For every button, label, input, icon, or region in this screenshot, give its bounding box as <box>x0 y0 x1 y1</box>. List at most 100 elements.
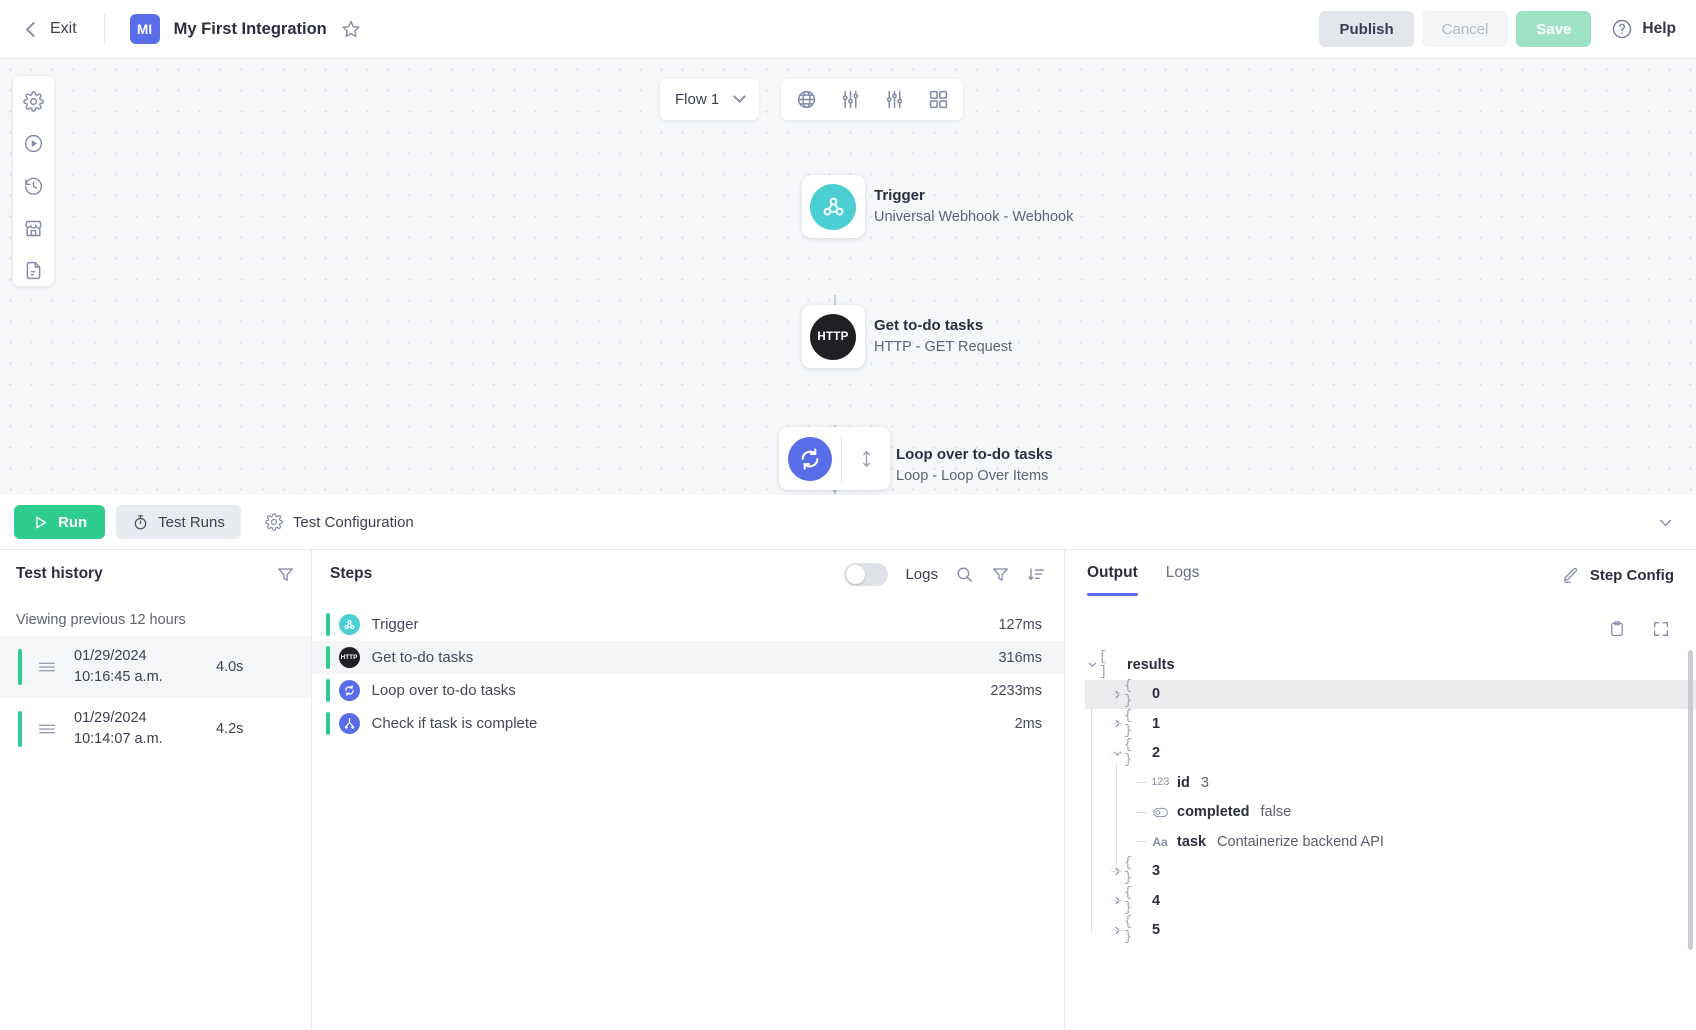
history-icon <box>23 176 44 197</box>
tree-key: 4 <box>1152 893 1160 909</box>
tree-row-2[interactable]: { } 2 <box>1085 739 1696 769</box>
flow-node-trigger-label: Trigger Universal Webhook - Webhook <box>874 187 1073 225</box>
chevron-left-icon <box>26 21 42 37</box>
publish-button[interactable]: Publish <box>1319 11 1413 47</box>
node-subtitle: Universal Webhook - Webhook <box>874 209 1073 225</box>
step-row[interactable]: HTTP Get to-do tasks 316ms <box>312 641 1064 674</box>
collapse-panel-button[interactable] <box>1657 514 1674 531</box>
tree-row-4[interactable]: { } 4 <box>1085 886 1696 916</box>
rail-item-documents[interactable] <box>18 256 50 286</box>
tree-row-results[interactable]: [ ] results <box>1085 650 1696 680</box>
run-lines-icon <box>36 656 58 678</box>
tree-row-task[interactable]: Aa task Containerize backend API <box>1085 827 1696 857</box>
tab-logs[interactable]: Logs <box>1166 564 1200 596</box>
output-json-tree[interactable]: [ ] results { } 0 { } 1 <box>1065 650 1696 1030</box>
flow-node-http[interactable]: HTTP <box>802 305 865 368</box>
flow-canvas[interactable]: Flow 1 <box>0 59 1696 495</box>
globe-icon[interactable] <box>793 87 819 113</box>
test-configuration-button[interactable]: Test Configuration <box>253 505 426 539</box>
run-label: Run <box>58 514 87 531</box>
object-type-icon: { } <box>1124 915 1146 945</box>
http-icon: HTTP <box>339 647 360 668</box>
toggle-knob <box>846 565 865 584</box>
step-row[interactable]: Trigger 127ms <box>312 608 1064 641</box>
sort-icon[interactable] <box>1027 565 1046 584</box>
status-bar <box>326 646 330 669</box>
step-config-label: Step Config <box>1590 567 1674 584</box>
tree-key: 3 <box>1152 863 1160 879</box>
step-row[interactable]: Check if task is complete 2ms <box>312 707 1064 740</box>
flow-node-http-label: Get to-do tasks HTTP - GET Request <box>874 317 1012 355</box>
tree-row-completed[interactable]: completed false <box>1085 798 1696 828</box>
status-bar <box>18 649 22 685</box>
test-configuration-label: Test Configuration <box>293 514 414 531</box>
tab-output[interactable]: Output <box>1087 564 1138 596</box>
grid-icon[interactable] <box>925 87 951 113</box>
tree-row-1[interactable]: { } 1 <box>1085 709 1696 739</box>
tree-tick <box>1111 723 1122 724</box>
node-title: Loop over to-do tasks <box>896 446 1053 463</box>
tree-tick <box>1111 694 1122 695</box>
output-panel: Output Logs Step Config <box>1065 550 1696 1030</box>
loop-expand-handle[interactable] <box>842 449 890 469</box>
step-row[interactable]: Loop over to-do tasks 2233ms <box>312 674 1064 707</box>
help-button[interactable]: Help <box>1611 18 1676 40</box>
string-type-icon: Aa <box>1149 835 1171 849</box>
test-history-row[interactable]: 01/29/2024 10:16:45 a.m. 4.0s <box>0 636 311 698</box>
flow-node-trigger[interactable] <box>802 175 865 238</box>
exit-button[interactable]: Exit <box>28 20 77 38</box>
tree-row-id[interactable]: 123 id 3 <box>1085 768 1696 798</box>
step-config-button[interactable]: Step Config <box>1561 566 1674 585</box>
tree-row-5[interactable]: { } 5 <box>1085 916 1696 946</box>
filter-icon[interactable] <box>991 565 1010 584</box>
steps-title: Steps <box>330 565 372 583</box>
tree-tick <box>1111 930 1122 931</box>
test-runs-button[interactable]: Test Runs <box>116 505 241 539</box>
test-history-panel: Test history Viewing previous 12 hours 0… <box>0 550 312 1030</box>
tree-value: 3 <box>1201 775 1209 791</box>
tree-row-0[interactable]: { } 0 <box>1085 680 1696 710</box>
logs-toggle[interactable] <box>844 563 888 586</box>
webhook-icon <box>810 184 856 230</box>
node-subtitle: HTTP - GET Request <box>874 339 1012 355</box>
stopwatch-icon <box>132 514 149 531</box>
http-icon: HTTP <box>810 314 856 360</box>
status-bar <box>326 613 330 636</box>
run-lines-icon <box>36 718 58 740</box>
project-badge: MI <box>130 14 160 44</box>
expand-icon[interactable] <box>1652 620 1670 638</box>
chevron-down-icon[interactable] <box>1085 658 1099 672</box>
rail-item-settings[interactable] <box>18 86 50 116</box>
output-scrollbar[interactable] <box>1688 650 1693 950</box>
sliders-icon[interactable] <box>837 87 863 113</box>
rail-item-run[interactable] <box>18 128 50 158</box>
tree-key: results <box>1127 657 1175 673</box>
tree-row-3[interactable]: { } 3 <box>1085 857 1696 887</box>
test-history-date: 01/29/2024 10:14:07 a.m. <box>74 708 204 750</box>
flow-node-loop[interactable] <box>779 427 890 490</box>
rail-item-history[interactable] <box>18 171 50 201</box>
play-circle-icon <box>23 133 44 154</box>
cancel-button[interactable]: Cancel <box>1422 11 1509 47</box>
object-type-icon: { } <box>1124 856 1146 886</box>
left-rail <box>13 76 54 286</box>
tree-tick <box>1136 841 1147 842</box>
flow-selector[interactable]: Flow 1 <box>660 79 759 120</box>
node-title: Trigger <box>874 187 1073 204</box>
rail-item-marketplace[interactable] <box>18 213 50 243</box>
run-button[interactable]: Run <box>14 505 105 539</box>
clipboard-icon[interactable] <box>1608 620 1626 638</box>
save-button[interactable]: Save <box>1516 11 1591 47</box>
exit-label: Exit <box>50 20 77 38</box>
marketplace-icon <box>23 218 44 239</box>
test-history-row[interactable]: 01/29/2024 10:14:07 a.m. 4.2s <box>0 698 311 760</box>
test-history-title: Test history <box>16 565 103 583</box>
node-title: Get to-do tasks <box>874 317 1012 334</box>
star-icon[interactable] <box>341 19 361 39</box>
sliders-alt-icon[interactable] <box>881 87 907 113</box>
tree-key: 5 <box>1152 922 1160 938</box>
pencil-icon <box>1561 566 1580 585</box>
search-icon[interactable] <box>955 565 974 584</box>
filter-icon[interactable] <box>276 565 295 584</box>
test-history-duration: 4.0s <box>216 659 243 675</box>
